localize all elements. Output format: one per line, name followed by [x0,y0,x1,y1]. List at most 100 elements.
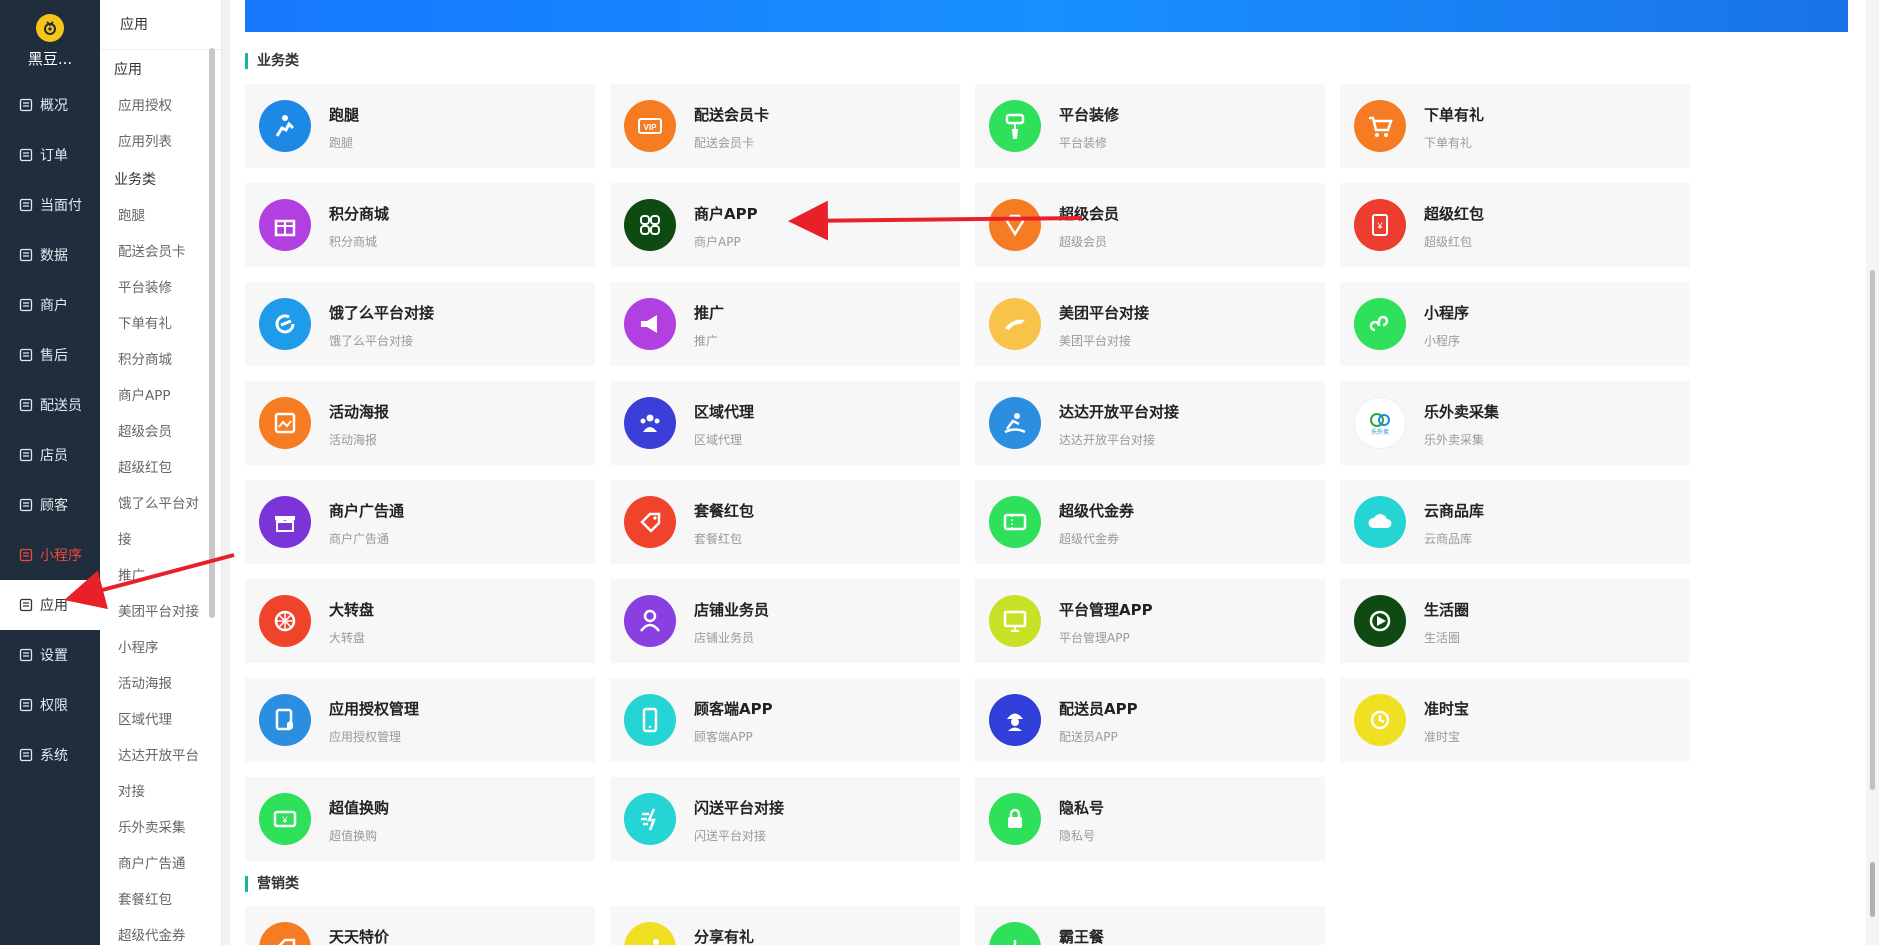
flash-icon [624,793,676,845]
app-card[interactable]: 商户APP 商户APP [610,183,960,267]
app-card-subtitle: 超级会员 [1059,235,1108,249]
sub-sidebar-link[interactable]: 乐外卖采集 [100,810,210,846]
miniprogram-icon [1354,298,1406,350]
lock-icon [18,697,34,713]
sub-sidebar-scrollbar[interactable] [209,48,215,618]
app-card[interactable]: ¥ 超级红包 超级红包 [1340,183,1690,267]
app-card[interactable]: 店铺业务员 店铺业务员 [610,579,960,663]
app-card[interactable]: 套餐红包 套餐红包 [610,480,960,564]
app-card-subtitle: 美团平台对接 [1059,334,1132,348]
sub-sidebar-link[interactable]: 跑腿 [100,198,210,234]
app-card-title: 超级会员 [1059,205,1120,223]
nav-item[interactable]: 订单 [0,130,100,180]
nav-item-label: 概况 [40,98,68,114]
nav-item[interactable]: 商户 [0,280,100,330]
page-scrollbar-thumb[interactable] [1870,270,1875,790]
app-card-subtitle: 闪送平台对接 [694,829,767,843]
sub-sidebar-link[interactable]: 超级红包 [100,450,210,486]
sub-sidebar-link[interactable]: 超级会员 [100,414,210,450]
svg-text:VIP: VIP [644,123,658,132]
nav-item[interactable]: 店员 [0,430,100,480]
app-card[interactable]: 生活圈 生活圈 [1340,579,1690,663]
nav-item[interactable]: 设置 [0,630,100,680]
pay-icon [18,197,34,213]
app-card[interactable]: 区域代理 区域代理 [610,381,960,465]
sub-sidebar-link[interactable]: 配送会员卡 [100,234,210,270]
app-card-title: 云商品库 [1424,502,1485,520]
app-card[interactable]: 顾客端APP 顾客端APP [610,678,960,762]
sub-sidebar-link[interactable]: 超级代金券 [100,918,210,945]
nav-item[interactable]: 系统 [0,730,100,780]
sub-sidebar-link[interactable]: 下单有礼 [100,306,210,342]
nav-item-label: 系统 [40,748,68,764]
app-card[interactable]: 大转盘 大转盘 [245,579,595,663]
sub-sidebar-link[interactable]: 商户广告通 [100,846,210,882]
app-card[interactable]: 超级会员 超级会员 [975,183,1325,267]
nav-item[interactable]: 当面付 [0,180,100,230]
sub-sidebar-link[interactable]: 达达开放平台 [100,738,210,774]
nav-item-label: 商户 [40,298,68,314]
clock-icon [1354,694,1406,746]
app-card[interactable]: 小程序 小程序 [1340,282,1690,366]
person-icon [624,595,676,647]
app-card[interactable]: 超级代金券 超级代金券 [975,480,1325,564]
sub-sidebar-link[interactable]: 积分商城 [100,342,210,378]
sub-sidebar-link[interactable]: 接 [100,522,210,558]
app-card-title: 美团平台对接 [1059,304,1150,322]
nav-item[interactable]: 权限 [0,680,100,730]
app-card[interactable]: 平台装修 平台装修 [975,84,1325,168]
app-card-title: 推广 [694,304,725,322]
sub-sidebar-link[interactable]: 推广 [100,558,210,594]
app-card[interactable]: 商户广告通 商户广告通 [245,480,595,564]
page-scrollbar-thumb-lower[interactable] [1870,862,1875,917]
app-card[interactable]: 闪送平台对接 闪送平台对接 [610,777,960,861]
monitor-icon [989,595,1041,647]
app-card-title: 配送会员卡 [694,106,770,124]
brand-logo[interactable]: 黑豆... [0,0,100,80]
app-card[interactable]: 天天特价 [245,906,595,945]
app-card[interactable]: 配送员APP 配送员APP [975,678,1325,762]
app-card[interactable]: 平台管理APP 平台管理APP [975,579,1325,663]
nav-item[interactable]: 顾客 [0,480,100,530]
app-card[interactable]: 应用授权管理 应用授权管理 [245,678,595,762]
app-card[interactable]: 霸王餐 [975,906,1325,945]
sub-sidebar-link[interactable]: 商户APP [100,378,210,414]
app-card-title: 超级代金券 [1059,502,1135,520]
brand-name: 黑豆... [27,50,73,68]
sub-sidebar-link[interactable]: 饿了么平台对 [100,486,210,522]
sub-sidebar-link[interactable]: 小程序 [100,630,210,666]
app-card[interactable]: 下单有礼 下单有礼 [1340,84,1690,168]
app-card[interactable]: 美团平台对接 美团平台对接 [975,282,1325,366]
app-card-title: 达达开放平台对接 [1059,403,1180,421]
nav-item[interactable]: 售后 [0,330,100,380]
nav-item[interactable]: 配送员 [0,380,100,430]
app-card[interactable]: 饿了么平台对接 饿了么平台对接 [245,282,595,366]
sub-sidebar-link[interactable]: 应用授权 [100,88,210,124]
app-card[interactable]: 准时宝 准时宝 [1340,678,1690,762]
nav-item[interactable]: 应用 [0,580,100,630]
page-scrollbar[interactable] [1866,0,1879,945]
sub-sidebar-link[interactable]: 套餐红包 [100,882,210,918]
app-card[interactable]: 跑腿 跑腿 [245,84,595,168]
sub-sidebar-link[interactable]: 活动海报 [100,666,210,702]
app-card[interactable]: 推广 推广 [610,282,960,366]
app-card[interactable]: 分享有礼 [610,906,960,945]
app-card[interactable]: 达达开放平台对接 达达开放平台对接 [975,381,1325,465]
app-card[interactable]: 活动海报 活动海报 [245,381,595,465]
sub-sidebar-link[interactable]: 区域代理 [100,702,210,738]
app-card-title: 积分商城 [329,205,390,223]
app-card[interactable]: 云商品库 云商品库 [1340,480,1690,564]
nav-item[interactable]: 小程序 [0,530,100,580]
nav-item-label: 店员 [40,448,68,464]
app-card[interactable]: 隐私号 隐私号 [975,777,1325,861]
app-card[interactable]: VIP 配送会员卡 配送会员卡 [610,84,960,168]
sub-sidebar-link[interactable]: 美团平台对接 [100,594,210,630]
sub-sidebar-link[interactable]: 对接 [100,774,210,810]
nav-item[interactable]: 数据 [0,230,100,280]
app-card[interactable]: 乐外卖 乐外卖采集 乐外卖采集 [1340,381,1690,465]
app-card[interactable]: ¥ 超值换购 超值换购 [245,777,595,861]
nav-item[interactable]: 概况 [0,80,100,130]
sub-sidebar-link[interactable]: 平台装修 [100,270,210,306]
app-card[interactable]: 积分商城 积分商城 [245,183,595,267]
sub-sidebar-link[interactable]: 应用列表 [100,124,210,160]
